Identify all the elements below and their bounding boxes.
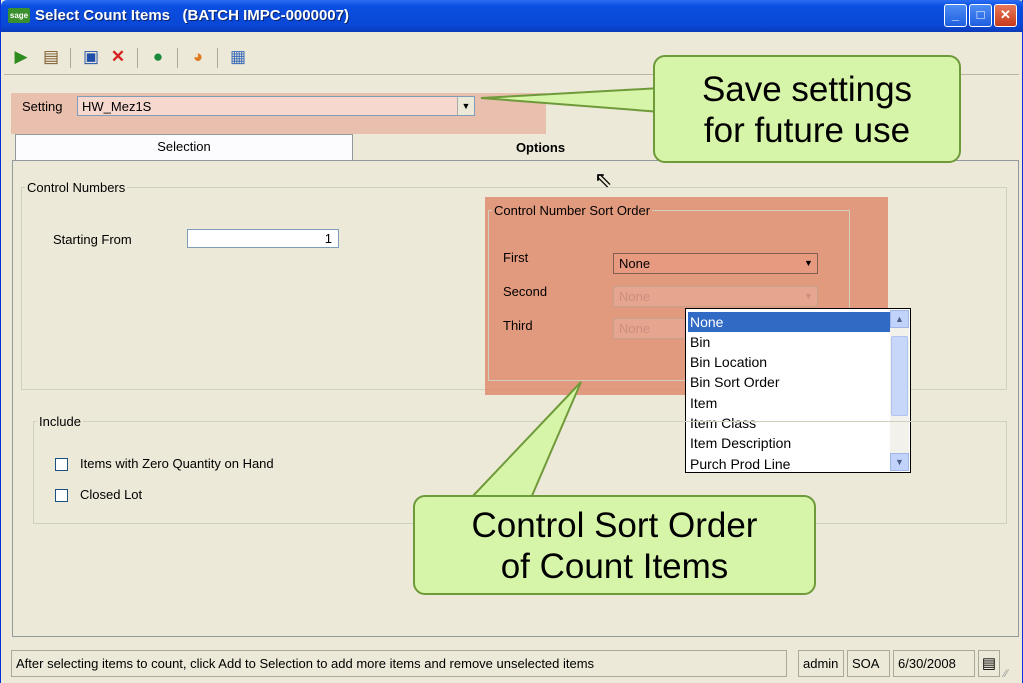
sort-order-callout: Control Sort Order of Count Items xyxy=(413,495,816,595)
sort-callout-line2: of Count Items xyxy=(500,547,729,586)
save-settings-callout: Save settings for future use xyxy=(653,55,961,163)
sort-callout-line1: Control Sort Order xyxy=(471,506,758,545)
save-callout-pointer xyxy=(480,86,662,114)
sort-callout-pointer xyxy=(468,381,582,499)
app-window: sage Select Count Items (BATCH IMPC-0000… xyxy=(0,0,1023,683)
save-callout-line2: for future use xyxy=(703,111,911,150)
save-callout-line1: Save settings xyxy=(701,70,913,109)
mouse-cursor-icon: ⇖ xyxy=(594,167,613,192)
